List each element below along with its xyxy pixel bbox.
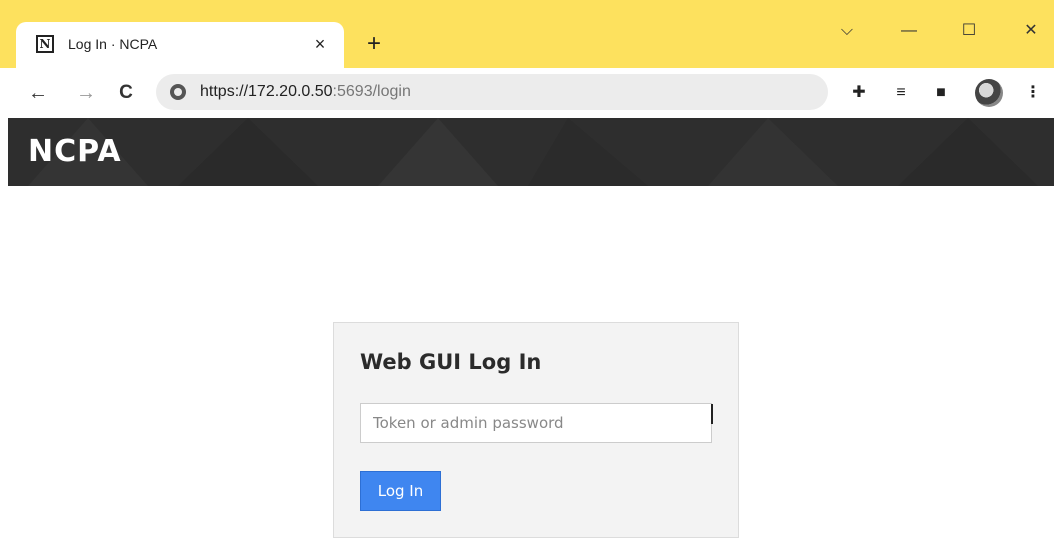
input-caret (711, 404, 713, 424)
reading-list-icon[interactable]: ≡ (890, 82, 912, 104)
ncpa-brand-logo[interactable]: NCPA (28, 134, 122, 169)
maximize-icon[interactable]: ☐ (952, 16, 986, 46)
tab-close-icon[interactable]: × (308, 32, 332, 56)
side-panel-icon[interactable]: ■ (930, 82, 952, 104)
browser-toolbar: ← → C https://172.20.0.50:5693/login ✚ ≡… (0, 68, 1054, 118)
banner-pattern (28, 118, 1038, 186)
back-arrow-icon[interactable]: ← (24, 79, 52, 107)
ncpa-favicon-icon: N (36, 35, 54, 53)
browser-tabstrip: N Log In · NCPA × + ⌵ — ☐ ✕ (0, 0, 1054, 68)
address-bar[interactable]: https://172.20.0.50:5693/login (156, 74, 828, 110)
reload-icon[interactable]: C (112, 79, 140, 107)
url-text[interactable]: https://172.20.0.50:5693/login (200, 83, 411, 101)
forward-arrow-icon[interactable]: → (72, 79, 100, 107)
browser-menu-icon[interactable]: ⋮ (1022, 82, 1044, 104)
minimize-icon[interactable]: — (892, 16, 926, 46)
new-tab-button[interactable]: + (360, 30, 388, 58)
login-panel: Web GUI Log In Log In (333, 322, 739, 538)
ncpa-header-banner: NCPA (8, 118, 1054, 186)
browser-tab[interactable]: N Log In · NCPA × (16, 22, 344, 68)
tab-search-icon[interactable]: ⌵ (830, 16, 864, 46)
site-info-icon[interactable] (170, 84, 186, 100)
window-close-icon[interactable]: ✕ (1014, 16, 1048, 46)
token-password-input[interactable] (360, 403, 712, 443)
login-title: Web GUI Log In (360, 350, 542, 374)
login-button[interactable]: Log In (360, 471, 441, 511)
tab-title: Log In · NCPA (68, 36, 158, 52)
extensions-puzzle-icon[interactable]: ✚ (848, 82, 870, 104)
profile-avatar[interactable] (975, 79, 1003, 107)
